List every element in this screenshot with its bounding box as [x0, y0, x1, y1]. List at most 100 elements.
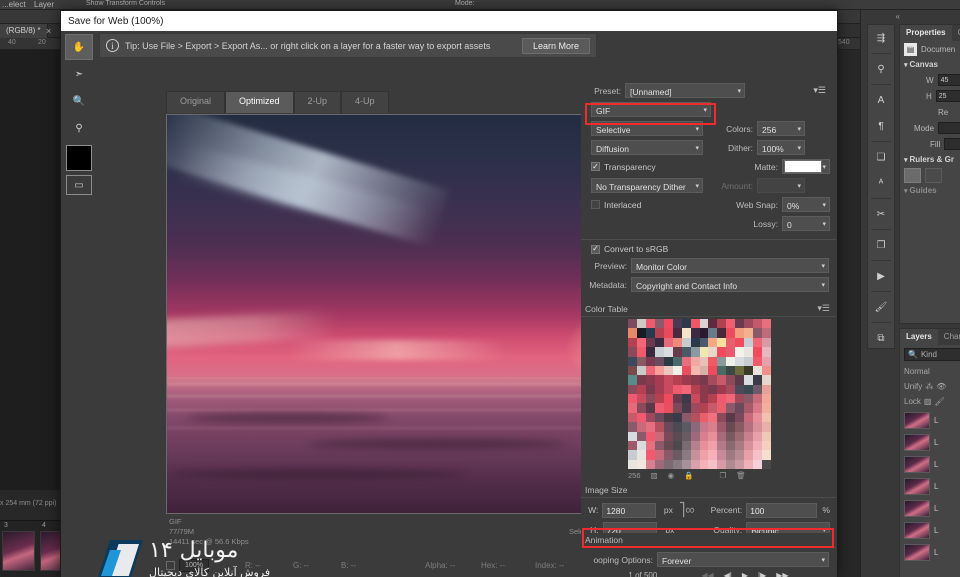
- color-swatch[interactable]: [628, 459, 637, 469]
- color-swatch[interactable]: [672, 384, 682, 394]
- color-swatch[interactable]: [672, 365, 682, 376]
- color-swatch[interactable]: [681, 319, 691, 329]
- color-swatch[interactable]: [636, 319, 646, 329]
- color-swatch[interactable]: [628, 422, 637, 432]
- color-swatch[interactable]: [690, 356, 700, 366]
- color-swatch[interactable]: [735, 440, 745, 451]
- color-swatch[interactable]: [628, 412, 637, 423]
- toggle-slices-icon[interactable]: ▭: [66, 175, 92, 195]
- adjustments-icon[interactable]: ⇶: [868, 25, 894, 51]
- tab-channels2[interactable]: Chan: [938, 329, 960, 345]
- layer-comps-icon[interactable]: ❏: [868, 144, 894, 170]
- color-swatch[interactable]: [708, 412, 718, 423]
- lock-transparency-icon[interactable]: ▨: [924, 397, 932, 406]
- color-swatch[interactable]: [744, 450, 754, 460]
- list-item[interactable]: L: [900, 497, 960, 519]
- color-swatch[interactable]: [645, 440, 655, 451]
- color-swatch[interactable]: [690, 384, 700, 394]
- color-swatch[interactable]: [762, 365, 771, 376]
- color-swatch[interactable]: [672, 319, 682, 329]
- color-swatch[interactable]: [636, 375, 646, 385]
- color-swatch[interactable]: [663, 365, 673, 376]
- web-shift-icon[interactable]: ▧: [651, 471, 658, 480]
- color-swatch[interactable]: [645, 356, 655, 366]
- fill-field[interactable]: [944, 138, 960, 150]
- color-swatch[interactable]: [645, 450, 655, 460]
- color-swatch[interactable]: [726, 319, 736, 329]
- color-swatch[interactable]: [628, 450, 637, 460]
- color-swatch[interactable]: [735, 459, 745, 469]
- color-swatch[interactable]: [628, 384, 637, 394]
- ruler-toggle-icon[interactable]: [904, 167, 921, 183]
- color-swatch[interactable]: [645, 337, 655, 348]
- color-swatch[interactable]: [672, 403, 682, 413]
- color-swatch[interactable]: [717, 422, 727, 432]
- color-swatch[interactable]: [735, 412, 745, 423]
- list-item[interactable]: L: [900, 475, 960, 497]
- color-swatch[interactable]: [645, 394, 655, 404]
- color-swatch[interactable]: [690, 365, 700, 376]
- color-swatch[interactable]: [654, 337, 664, 348]
- color-swatch[interactable]: [735, 450, 745, 460]
- menu-select[interactable]: ...elect: [2, 0, 26, 9]
- color-swatch[interactable]: [654, 319, 664, 329]
- color-swatch[interactable]: [726, 356, 736, 366]
- color-swatch[interactable]: [636, 328, 646, 338]
- color-swatch[interactable]: [735, 356, 745, 366]
- color-swatch[interactable]: [744, 337, 754, 348]
- color-swatch[interactable]: [708, 356, 718, 366]
- color-swatch[interactable]: [699, 319, 709, 329]
- color-swatch[interactable]: [753, 422, 763, 432]
- color-swatch[interactable]: [717, 412, 727, 423]
- color-swatch[interactable]: [744, 375, 754, 385]
- percent-field[interactable]: 100: [746, 502, 817, 518]
- color-swatch[interactable]: [690, 412, 700, 423]
- color-swatch[interactable]: [672, 356, 682, 366]
- last-frame-icon[interactable]: ▶▶: [776, 571, 788, 577]
- color-swatch[interactable]: [717, 365, 727, 376]
- color-swatch[interactable]: [663, 356, 673, 366]
- color-swatch[interactable]: [753, 375, 763, 385]
- color-swatch[interactable]: [628, 328, 637, 338]
- color-swatch-grid[interactable]: [628, 319, 771, 469]
- eyedropper-tool[interactable]: ⚲: [65, 115, 93, 141]
- color-swatch[interactable]: [708, 384, 718, 394]
- color-swatch[interactable]: [744, 319, 754, 329]
- color-swatch[interactable]: [762, 328, 771, 338]
- color-swatch[interactable]: [654, 431, 664, 441]
- color-swatch[interactable]: [672, 459, 682, 469]
- color-swatch[interactable]: [654, 394, 664, 404]
- rulers-section-header[interactable]: ▾ Rulers & Gr: [900, 152, 960, 167]
- color-swatch[interactable]: [672, 450, 682, 460]
- color-swatch[interactable]: [726, 394, 736, 404]
- color-swatch[interactable]: [645, 384, 655, 394]
- color-swatch[interactable]: [645, 319, 655, 329]
- color-swatch[interactable]: [753, 319, 763, 329]
- color-swatch[interactable]: [762, 394, 771, 404]
- color-swatch[interactable]: [681, 403, 691, 413]
- color-swatch[interactable]: [628, 337, 637, 348]
- color-swatch[interactable]: [753, 412, 763, 423]
- color-swatch[interactable]: [645, 422, 655, 432]
- brush-settings-icon[interactable]: 🖌: [868, 294, 894, 320]
- color-swatch[interactable]: [744, 412, 754, 423]
- zoom-tool[interactable]: 🔍: [65, 88, 93, 114]
- menu-show-transform[interactable]: Show Transform Controls: [86, 0, 165, 7]
- color-swatch[interactable]: [654, 403, 664, 413]
- list-item[interactable]: L: [900, 409, 960, 431]
- color-swatch[interactable]: [717, 459, 727, 469]
- list-item[interactable]: L: [900, 519, 960, 541]
- color-swatch[interactable]: [645, 328, 655, 338]
- color-swatch[interactable]: [663, 337, 673, 348]
- tab-properties[interactable]: Properties: [900, 25, 952, 41]
- color-swatch[interactable]: [690, 459, 700, 469]
- color-swatch[interactable]: [762, 459, 771, 469]
- color-swatch[interactable]: [681, 347, 691, 357]
- color-swatch[interactable]: [753, 403, 763, 413]
- color-swatch[interactable]: [735, 431, 745, 441]
- matte-select[interactable]: ▾: [782, 159, 830, 174]
- color-swatch[interactable]: [699, 440, 709, 451]
- scissors-icon[interactable]: ✂: [868, 201, 894, 227]
- color-swatch[interactable]: [628, 319, 637, 329]
- color-swatch[interactable]: [628, 365, 637, 376]
